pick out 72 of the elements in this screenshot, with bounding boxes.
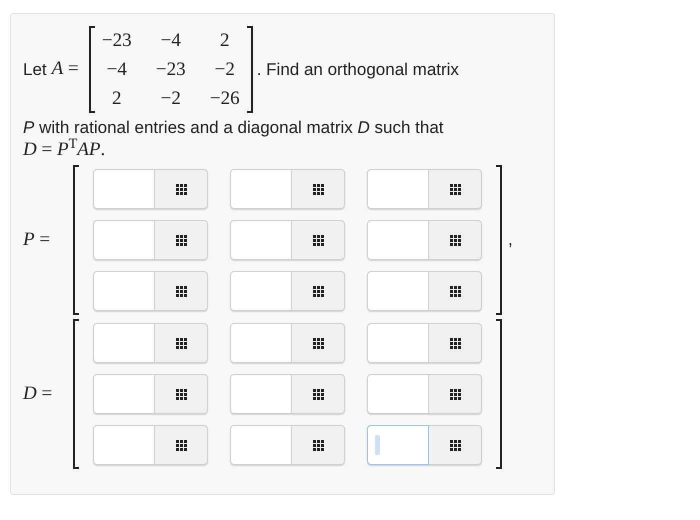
- matrix-label: D =: [23, 382, 54, 406]
- text-cursor: [375, 435, 380, 455]
- matrix-entry: 2: [218, 29, 230, 53]
- input-field[interactable]: [230, 169, 292, 209]
- grid-icon: [312, 184, 324, 194]
- input-field[interactable]: [93, 271, 155, 311]
- input-field[interactable]: [230, 323, 292, 363]
- input-field[interactable]: [367, 169, 429, 209]
- grid-button[interactable]: [429, 374, 482, 414]
- grid-button[interactable]: [292, 323, 345, 363]
- matrix-entry: 2: [110, 87, 122, 111]
- input-field[interactable]: [367, 271, 429, 311]
- input-field[interactable]: [230, 271, 292, 311]
- input-field[interactable]: [230, 220, 292, 260]
- grid-button[interactable]: [429, 323, 482, 363]
- input-field[interactable]: [230, 374, 292, 414]
- input-field[interactable]: [93, 220, 155, 260]
- grid-icon: [176, 440, 186, 450]
- grid-icon: [450, 388, 460, 400]
- matrix-entry: −2: [160, 87, 182, 111]
- input-field[interactable]: [93, 374, 155, 414]
- grid-icon: [312, 338, 324, 348]
- grid-icon: [176, 388, 186, 400]
- input-field[interactable]: [367, 425, 429, 465]
- grid-icon: [176, 338, 186, 348]
- grid-button[interactable]: [155, 169, 208, 209]
- grid-icon: [312, 286, 324, 296]
- matrix-entry: −26: [208, 87, 241, 111]
- equation: D = P$^{T}$AP.: [23, 139, 106, 161]
- grid-button[interactable]: [292, 271, 345, 311]
- grid-icon: [312, 440, 324, 450]
- question-text: P with rational entries and a diagonal matrix D such that: [23, 117, 445, 138]
- question-text: Let: [23, 58, 47, 81]
- matrix-entry: −4: [160, 29, 182, 53]
- question-text: . Find an orthogonal matrix: [256, 58, 459, 81]
- grid-button[interactable]: [429, 271, 482, 311]
- matrix-entry: −23: [154, 58, 187, 82]
- input-field[interactable]: [93, 323, 155, 363]
- matrix-label: P =: [23, 228, 52, 252]
- grid-button[interactable]: [155, 323, 208, 363]
- grid-icon: [450, 440, 460, 450]
- grid-icon: [450, 234, 460, 246]
- grid-icon: [176, 184, 186, 194]
- comma: ,: [508, 229, 513, 252]
- grid-button[interactable]: [155, 374, 208, 414]
- matrix-label: A =: [52, 57, 79, 82]
- grid-button[interactable]: [155, 425, 208, 465]
- grid-icon: [312, 234, 324, 246]
- grid-icon: [312, 388, 324, 400]
- grid-button[interactable]: [292, 374, 345, 414]
- input-field[interactable]: [230, 425, 292, 465]
- matrix-entry: −23: [100, 29, 133, 53]
- grid-button[interactable]: [429, 425, 482, 465]
- grid-button[interactable]: [155, 220, 208, 260]
- grid-button[interactable]: [429, 220, 482, 260]
- matrix-entry: −4: [106, 58, 128, 82]
- grid-button[interactable]: [292, 169, 345, 209]
- grid-icon: [450, 184, 460, 194]
- grid-icon: [450, 338, 460, 348]
- input-field[interactable]: [367, 374, 429, 414]
- grid-icon: [450, 286, 460, 296]
- input-field[interactable]: [93, 425, 155, 465]
- input-field[interactable]: [367, 323, 429, 363]
- grid-button[interactable]: [155, 271, 208, 311]
- grid-button[interactable]: [429, 169, 482, 209]
- grid-icon: [176, 286, 186, 296]
- grid-button[interactable]: [292, 425, 345, 465]
- matrix-entry: −2: [214, 58, 236, 82]
- input-field[interactable]: [93, 169, 155, 209]
- input-field[interactable]: [367, 220, 429, 260]
- grid-button[interactable]: [292, 220, 345, 260]
- grid-icon: [176, 234, 186, 246]
